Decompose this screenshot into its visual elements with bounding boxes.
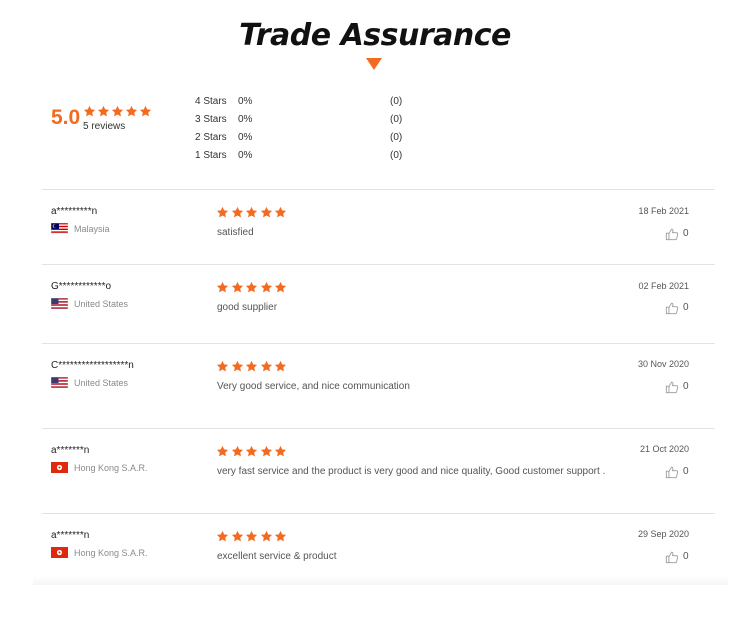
hong-kong-flag-icon [51,462,68,473]
malaysia-flag-icon [51,223,68,234]
star-icon [274,530,287,542]
us-flag-icon [51,377,68,388]
thumbs-up-icon[interactable] [665,380,679,394]
us-flag-icon [51,298,68,309]
rating-percent: 0% [238,150,253,161]
like-count: 0 [683,228,689,239]
star-icon [245,281,258,293]
review-count: 5 reviews [83,121,126,132]
star-icon [274,445,287,457]
rating-count: (0) [390,132,403,143]
review-comment: good supplier [217,302,278,313]
star-icon [139,105,152,117]
rating-count: (0) [390,114,403,125]
bottom-shadow [33,575,728,585]
average-score: 5.0 [51,106,81,129]
review-date: 21 Oct 2020 [639,444,689,454]
divider [42,264,715,265]
review-stars [216,530,289,548]
star-icon [260,360,272,372]
thumbs-up-icon[interactable] [665,227,679,241]
hong-kong-flag-icon [51,547,68,558]
rating-label: 1 Stars [195,150,227,161]
reviewer-name: a*******n [51,530,90,541]
divider [42,428,715,429]
reviewer-name: a*********n [51,206,98,217]
reviewer-country: Malaysia [74,224,110,234]
like-count: 0 [683,302,689,313]
like-count: 0 [683,551,689,562]
star-icon [274,206,287,218]
reviewer-country: Hong Kong S.A.R. [74,463,148,473]
review-date: 29 Sep 2020 [637,529,689,539]
review-stars [216,360,289,378]
review-comment: excellent service & product [217,551,337,562]
star-icon [216,530,229,542]
rating-label: 3 Stars [195,114,227,125]
star-icon [245,360,258,372]
star-icon [216,281,229,293]
review-date: 02 Feb 2021 [638,281,689,291]
review-comment: Very good service, and nice communicatio… [217,381,410,392]
star-icon [231,281,243,293]
rating-percent: 0% [238,96,253,107]
star-icon [245,445,258,457]
rating-label: 2 Stars [195,132,227,143]
review-date: 30 Nov 2020 [637,359,689,369]
star-icon [216,445,229,457]
reviewer-name: C******************n [51,360,134,371]
divider [42,513,715,514]
star-icon [231,206,243,218]
page-title: Trade Assurance [239,18,511,53]
divider [42,343,715,344]
star-icon [274,360,287,372]
star-icon [231,445,243,457]
reviewer-country: United States [74,378,129,388]
star-icon [125,105,138,117]
reviewer-name: G************o [51,281,112,292]
star-icon [260,530,272,542]
divider [42,189,715,190]
down-arrow-icon [366,58,382,70]
star-icon [231,530,243,542]
review-date: 18 Feb 2021 [638,206,689,216]
reviewer-name: a*******n [51,445,90,456]
star-icon [274,281,287,293]
rating-percent: 0% [238,132,253,143]
rating-count: (0) [390,150,403,161]
review-comment: satisfied [217,227,254,238]
star-icon [260,206,272,218]
review-stars [216,281,289,299]
thumbs-up-icon[interactable] [665,465,679,479]
review-stars [216,206,289,224]
star-icon [97,105,110,117]
review-comment: very fast service and the product is ver… [217,466,606,477]
review-stars [216,445,289,463]
star-icon [260,281,272,293]
star-icon [111,105,124,117]
star-icon [83,105,96,117]
reviewer-country: Hong Kong S.A.R. [74,548,148,558]
star-icon [245,206,258,218]
like-count: 0 [683,466,689,477]
rating-count: (0) [390,96,403,107]
star-icon [216,360,229,372]
thumbs-up-icon[interactable] [665,301,679,315]
star-icon [245,530,258,542]
thumbs-up-icon[interactable] [665,550,679,564]
star-icon [216,206,229,218]
reviewer-country: United States [74,299,129,309]
rating-percent: 0% [238,114,253,125]
like-count: 0 [683,381,689,392]
star-icon [231,360,243,372]
star-icon [260,445,272,457]
rating-label: 4 Stars [195,96,227,107]
